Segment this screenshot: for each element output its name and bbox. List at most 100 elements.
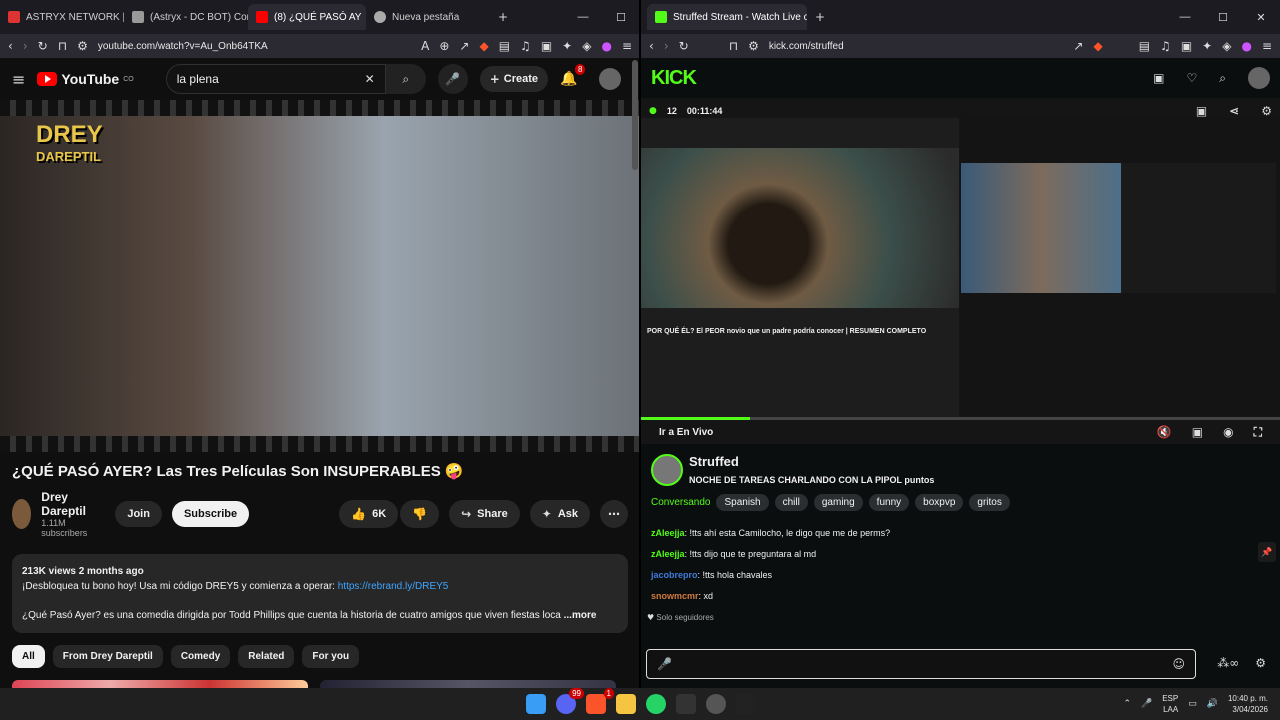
minimize-icon[interactable]: — <box>564 11 602 24</box>
share-icon[interactable]: ⋖ <box>1229 104 1239 118</box>
wallet-icon[interactable]: ▣ <box>541 39 552 53</box>
start-windows-icon[interactable] <box>526 694 546 714</box>
obs-icon[interactable] <box>706 694 726 714</box>
maximize-icon[interactable]: ☐ <box>602 11 640 24</box>
menu-icon[interactable]: ≡ <box>622 39 632 53</box>
notifications-button[interactable]: 🔔 8 <box>560 64 586 88</box>
app-icon[interactable] <box>676 694 696 714</box>
zoom-icon[interactable]: ⊕ <box>439 39 449 53</box>
tab-astryx-network[interactable]: ASTRYX NETWORK | Web <box>0 4 124 30</box>
browse-icon[interactable]: ▣ <box>1153 71 1164 85</box>
hamburger-menu-icon[interactable]: ≡ <box>12 70 25 89</box>
back-icon[interactable]: ‹ <box>649 39 654 53</box>
streamer-name[interactable]: Struffed <box>689 454 934 469</box>
tag[interactable]: funny <box>868 494 910 511</box>
voice-search-button[interactable]: 🎤 <box>437 64 468 94</box>
capcut-icon[interactable] <box>736 694 756 714</box>
bookmark-icon[interactable]: ⊓ <box>58 39 67 53</box>
leo-icon[interactable]: ● <box>1241 39 1251 53</box>
share-icon[interactable]: ↗ <box>1073 39 1083 53</box>
sidebar-icon[interactable]: ▤ <box>1139 39 1150 53</box>
search-input[interactable]: la plena ✕ <box>165 64 386 94</box>
network-icon[interactable]: ▭ <box>1188 699 1197 709</box>
microphone-icon[interactable]: 🎤 <box>657 657 672 671</box>
more-actions-button[interactable]: ⋯ <box>600 500 628 528</box>
recommendation-thumbnail[interactable] <box>12 680 308 688</box>
chat-username[interactable]: zAleejja <box>651 528 685 538</box>
theater-mode-icon[interactable]: ▣ <box>1192 425 1203 440</box>
channel-avatar[interactable] <box>12 499 32 529</box>
volume-icon[interactable]: 🔊 <box>1207 699 1218 709</box>
add-tab-icon[interactable]: + <box>498 10 508 24</box>
tag[interactable]: gaming <box>813 494 863 511</box>
url-field[interactable]: kick.com/struffed <box>769 41 1064 52</box>
menu-icon[interactable]: ≡ <box>1262 39 1272 53</box>
site-info-icon[interactable]: ⚙ <box>77 39 88 53</box>
stream-category[interactable]: Conversando <box>651 497 710 508</box>
clip-icon[interactable]: ▣ <box>1196 104 1207 118</box>
music-icon[interactable]: ♫ <box>1160 39 1171 53</box>
brave-shield-icon[interactable]: ◆ <box>479 39 488 53</box>
like-button[interactable]: 👍 6K <box>339 500 399 528</box>
vpn-icon[interactable]: ◈ <box>1222 39 1231 53</box>
tab-astryx-bot[interactable]: (Astryx - DC BOT) Consol <box>124 4 248 30</box>
streamer-avatar[interactable] <box>651 454 683 486</box>
language-indicator[interactable]: ESP LAA <box>1162 693 1178 715</box>
following-heart-icon[interactable]: ♡ <box>1187 71 1198 85</box>
fullscreen-icon[interactable]: ⛶ <box>1254 425 1262 440</box>
more-link[interactable]: ...more <box>564 610 597 621</box>
url-field[interactable]: youtube.com/watch?v=Au_Onb64TKA <box>98 41 411 52</box>
chat-settings-icon[interactable]: ⚙ <box>1255 656 1266 670</box>
sidebar-icon[interactable]: ▤ <box>499 39 510 53</box>
share-icon[interactable]: ↗ <box>459 39 469 53</box>
pip-icon[interactable]: ◉ <box>1223 425 1233 440</box>
site-info-icon[interactable]: ⚙ <box>748 39 759 53</box>
join-button[interactable]: Join <box>115 501 162 527</box>
kick-points-icon[interactable]: ⁂∞ <box>1217 656 1239 670</box>
maximize-icon[interactable]: ☐ <box>1204 11 1242 24</box>
tab-youtube-video[interactable]: (8) ¿QUÉ PASÓ AY ✕ <box>248 4 366 30</box>
tag[interactable]: boxpvp <box>915 494 964 511</box>
forward-icon[interactable]: › <box>23 39 28 53</box>
chat-username[interactable]: snowmcmr <box>651 591 699 601</box>
reload-icon[interactable]: ↻ <box>38 39 48 53</box>
video-player[interactable]: DREY DAREPTIL <box>0 100 640 452</box>
channel-name[interactable]: Drey Dareptil <box>41 490 89 518</box>
search-icon[interactable]: ⌕ <box>1219 71 1226 86</box>
forward-icon[interactable]: › <box>664 39 669 53</box>
kick-logo[interactable]: KICK <box>651 67 697 90</box>
chip-comedy[interactable]: Comedy <box>170 645 231 668</box>
search-button[interactable]: ⌕ <box>385 64 426 94</box>
chat-username[interactable]: jacobrepro <box>651 570 698 580</box>
clock[interactable]: 10:40 p. m. 3/04/2026 <box>1228 693 1268 715</box>
extensions-icon[interactable]: ✦ <box>1202 39 1212 53</box>
minimize-icon[interactable]: — <box>1166 11 1204 24</box>
extensions-icon[interactable]: ✦ <box>562 39 572 53</box>
tag[interactable]: chill <box>774 494 808 511</box>
clear-search-icon[interactable]: ✕ <box>365 72 375 86</box>
chip-related[interactable]: Related <box>238 645 295 668</box>
brave-icon[interactable]: 1 <box>586 688 614 714</box>
tab-new-tab[interactable]: Nueva pestaña <box>366 4 490 30</box>
brave-shield-icon[interactable]: ◆ <box>1093 39 1102 53</box>
youtube-logo[interactable]: YouTube CO <box>37 71 134 87</box>
chevron-up-icon[interactable]: ⌃ <box>1123 699 1131 709</box>
create-button[interactable]: + Create <box>479 66 549 92</box>
whatsapp-icon[interactable] <box>646 694 666 714</box>
stream-player[interactable]: POR QUÉ ÉL? El PEOR novio que un padre p… <box>641 98 1280 444</box>
dislike-button[interactable]: 👎 <box>400 500 440 528</box>
emoji-icon[interactable]: ☺ <box>1172 657 1185 671</box>
promo-link[interactable]: https://rebrand.ly/DREY5 <box>338 581 449 592</box>
close-window-icon[interactable]: ✕ <box>1242 11 1280 24</box>
back-icon[interactable]: ‹ <box>8 39 13 53</box>
add-tab-icon[interactable]: + <box>815 10 825 24</box>
wallet-icon[interactable]: ▣ <box>1181 39 1192 53</box>
recommendation-thumbnail[interactable] <box>320 680 616 688</box>
tab-kick-stream[interactable]: Struffed Stream - Watch Live on ✕ <box>647 4 807 30</box>
share-button[interactable]: ↪ Share <box>449 500 520 528</box>
bookmark-icon[interactable]: ⊓ <box>729 39 738 53</box>
microphone-icon[interactable]: 🎤 <box>1141 699 1152 709</box>
tag[interactable]: gritos <box>969 494 1010 511</box>
description-box[interactable]: 213K views 2 months ago ¡Desbloquea tu b… <box>12 554 628 633</box>
pin-button[interactable]: 📌 <box>1258 542 1276 562</box>
